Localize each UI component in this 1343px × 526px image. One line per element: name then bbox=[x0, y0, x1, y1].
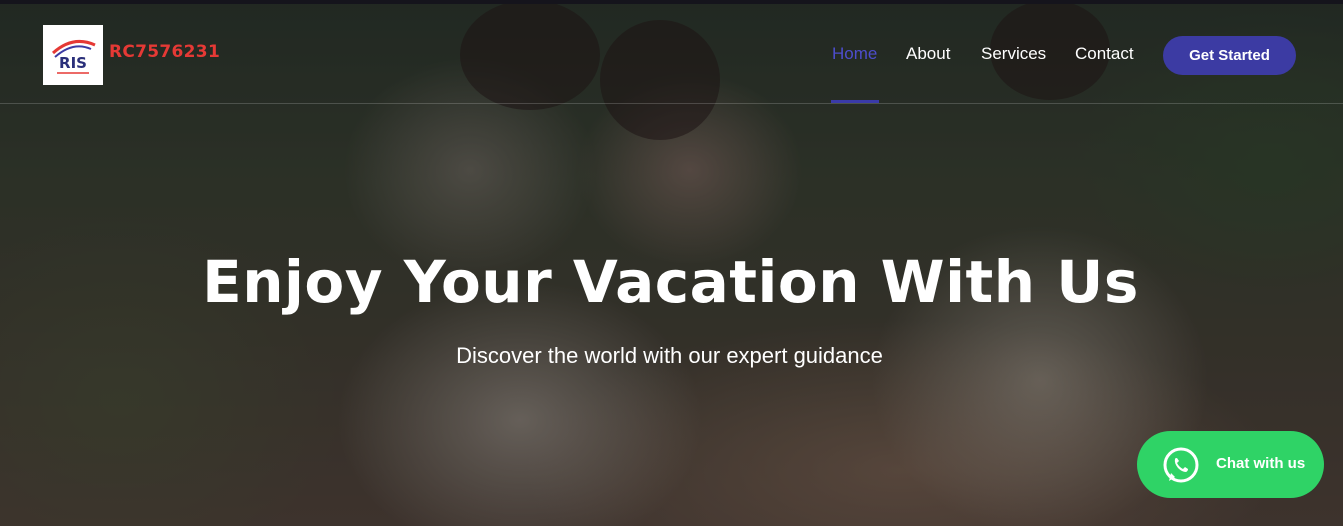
landing-page: RIS RC7576231 Home About Services Contac… bbox=[0, 0, 1343, 526]
main-nav: Home About Services Contact bbox=[0, 44, 1343, 74]
chat-label: Chat with us bbox=[1216, 455, 1306, 472]
nav-item-about[interactable]: About bbox=[906, 44, 950, 64]
top-border bbox=[0, 0, 1343, 4]
nav-item-home[interactable]: Home bbox=[832, 44, 877, 64]
chat-with-us-button[interactable]: Chat with us bbox=[1137, 431, 1324, 498]
whatsapp-icon bbox=[1163, 447, 1199, 483]
nav-item-services[interactable]: Services bbox=[981, 44, 1046, 64]
hero-title: Enjoy Your Vacation With Us bbox=[202, 248, 1139, 316]
nav-item-contact[interactable]: Contact bbox=[1075, 44, 1134, 64]
hero-subtitle: Discover the world with our expert guida… bbox=[456, 343, 883, 368]
nav-active-indicator bbox=[831, 100, 879, 103]
site-header: RIS RC7576231 Home About Services Contac… bbox=[0, 4, 1343, 104]
get-started-button[interactable]: Get Started bbox=[1163, 36, 1296, 75]
